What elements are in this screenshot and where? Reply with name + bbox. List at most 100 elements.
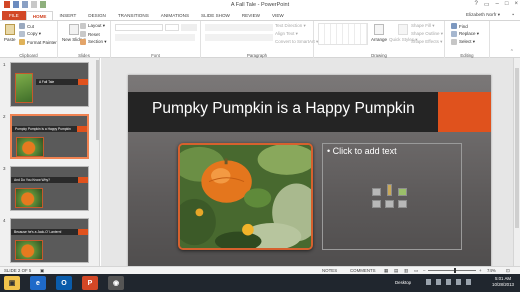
thumbnail-accent [78, 177, 88, 183]
notes-button[interactable]: NOTES [322, 268, 337, 273]
insert-picture-icon[interactable] [372, 200, 381, 208]
powerpoint-icon[interactable]: P [82, 276, 98, 290]
clipboard-group: Paste Cut Copy ▾ Format Painter Clipboar… [0, 21, 58, 58]
thumbnail-title: And Do You Know Why? [11, 177, 78, 183]
close-icon[interactable]: × [514, 1, 518, 8]
shape-effects-button[interactable]: Shape Effects ▾ [411, 39, 442, 45]
outlook-icon[interactable]: O [56, 276, 72, 290]
reset-button[interactable]: Reset [80, 31, 100, 37]
collapse-ribbon-icon[interactable]: ⌃ [510, 49, 514, 55]
replace-button[interactable]: Replace ▾ [451, 31, 479, 37]
scrollbar-thumb[interactable] [515, 68, 519, 228]
tab-review[interactable]: REVIEW [236, 11, 266, 20]
cut-label: Cut [27, 23, 35, 29]
help-icon[interactable]: ? [475, 1, 478, 8]
section-icon [80, 39, 86, 45]
font-format-icons[interactable] [115, 34, 195, 41]
tab-home[interactable]: HOME [25, 11, 54, 20]
layout-icon [80, 23, 86, 29]
clock-date: 10/28/2013 [492, 282, 514, 287]
layout-label: Layout ▾ [88, 23, 106, 28]
thumbnail-accent [78, 229, 88, 235]
zoom-level[interactable]: 74% [487, 268, 496, 273]
slide-count: SLIDE 2 OF 5 [4, 268, 32, 273]
comments-button[interactable]: COMMENTS [350, 268, 376, 273]
shapes-gallery[interactable] [318, 23, 368, 45]
insert-content-icons [372, 184, 412, 214]
slide-thumbnail-1[interactable]: A Fall Tale [10, 62, 89, 107]
tab-animations[interactable]: ANIMATIONS [155, 11, 195, 20]
section-label: Section ▾ [88, 39, 107, 44]
explorer-icon[interactable]: ▣ [4, 276, 20, 290]
paste-button[interactable]: Paste [4, 24, 16, 42]
font-size-box[interactable] [165, 24, 179, 31]
minimize-icon[interactable]: – [496, 1, 499, 8]
desktop-toolbar[interactable]: Desktop [395, 280, 411, 285]
title-accent-block [438, 92, 491, 132]
insert-online-picture-icon[interactable] [385, 200, 394, 208]
slide-thumbnail-2[interactable]: Pumpky Pumpkin is a Happy Pumpkin [10, 114, 89, 159]
insert-video-icon[interactable] [398, 200, 407, 208]
select-button[interactable]: Select ▾ [451, 39, 475, 45]
thumbnail-title: Because he's a Jack-O' Lantern! [11, 229, 78, 235]
content-placeholder-text: • Click to add text [327, 146, 397, 156]
ie-icon[interactable]: e [30, 276, 46, 290]
tab-design[interactable]: DESIGN [82, 11, 112, 20]
thumbnail-number: 1 [3, 62, 6, 67]
zoom-out-icon[interactable]: – [423, 268, 425, 273]
font-grow-shrink-icon[interactable] [181, 24, 197, 31]
thumbnail-number: 4 [3, 218, 6, 223]
pumpkin-picture[interactable] [178, 143, 313, 250]
ribbon-display-icon[interactable]: ▭ [484, 1, 490, 8]
tab-view[interactable]: VIEW [266, 11, 290, 20]
window-controls: ? ▭ – □ × [475, 1, 519, 8]
insert-table-icon[interactable] [372, 188, 381, 196]
smartart-button[interactable]: Convert to SmartArt ▾ [275, 39, 318, 45]
tray-arrow-icon[interactable] [426, 279, 431, 285]
arrange-button[interactable]: Arrange [371, 24, 387, 42]
zoom-slider[interactable] [428, 268, 476, 273]
slide-thumbnail-3[interactable]: And Do You Know Why? [10, 166, 89, 211]
battery-icon[interactable] [456, 279, 461, 285]
user-account[interactable]: Elizabeth Norfr ▾ [466, 12, 500, 18]
shape-outline-button[interactable]: Shape Outline ▾ [411, 31, 443, 37]
window-title: A Fall Tale - PowerPoint [230, 2, 290, 8]
clock[interactable]: 5:01 AM 10/28/2013 [492, 276, 514, 288]
copy-button[interactable]: Copy ▾ [19, 31, 41, 37]
shape-outline-label: Shape Outline ▾ [411, 31, 444, 36]
arrange-label: Arrange [371, 37, 388, 42]
font-name-box[interactable] [115, 24, 163, 31]
layout-button[interactable]: Layout ▾ [80, 23, 105, 29]
text-direction-button[interactable]: Text Direction ▾ [275, 23, 306, 29]
title-bar: A Fall Tale - PowerPoint ? ▭ – □ × [0, 0, 520, 10]
user-avatar-icon[interactable]: ▪ [512, 12, 514, 18]
thumbnails-scrollbar[interactable] [96, 60, 99, 140]
tab-slide-show[interactable]: SLIDE SHOW [195, 11, 236, 20]
insert-chart-icon[interactable] [387, 184, 392, 196]
content-placeholder[interactable]: • Click to add text [322, 143, 462, 250]
format-painter-button[interactable]: Format Painter [19, 39, 57, 45]
alignment-icons[interactable] [205, 34, 273, 41]
tab-insert[interactable]: INSERT [53, 11, 82, 20]
shape-fill-button[interactable]: Shape Fill ▾ [411, 23, 435, 29]
insert-smartart-icon[interactable] [398, 188, 407, 196]
cut-button[interactable]: Cut [19, 23, 34, 29]
editing-group: Find Replace ▾ Select ▾ Editing [445, 21, 490, 58]
tab-transitions[interactable]: TRANSITIONS [112, 11, 155, 20]
flag-icon[interactable] [446, 279, 451, 285]
taskbar: ▣ e O P ◉ Desktop 5:01 AM 10/28/2013 [0, 274, 520, 292]
editor-scrollbar[interactable] [513, 58, 520, 266]
list-format-icons[interactable] [205, 24, 273, 31]
zoom-in-icon[interactable]: + [479, 268, 482, 273]
section-button[interactable]: Section ▾ [80, 39, 107, 45]
slide-title[interactable]: Pumpky Pumpkin is a Happy Pumpkin [152, 100, 415, 118]
zoom-slider-knob[interactable] [454, 268, 456, 273]
tab-file[interactable]: FILE [2, 11, 26, 20]
volume-icon[interactable] [466, 279, 471, 285]
find-button[interactable]: Find [451, 23, 468, 29]
slide-thumbnail-4[interactable]: Because he's a Jack-O' Lantern! [10, 218, 89, 263]
camera-icon[interactable]: ◉ [108, 276, 124, 290]
network-icon[interactable] [436, 279, 441, 285]
align-text-button[interactable]: Align Text ▾ [275, 31, 298, 37]
maximize-icon[interactable]: □ [505, 1, 509, 8]
